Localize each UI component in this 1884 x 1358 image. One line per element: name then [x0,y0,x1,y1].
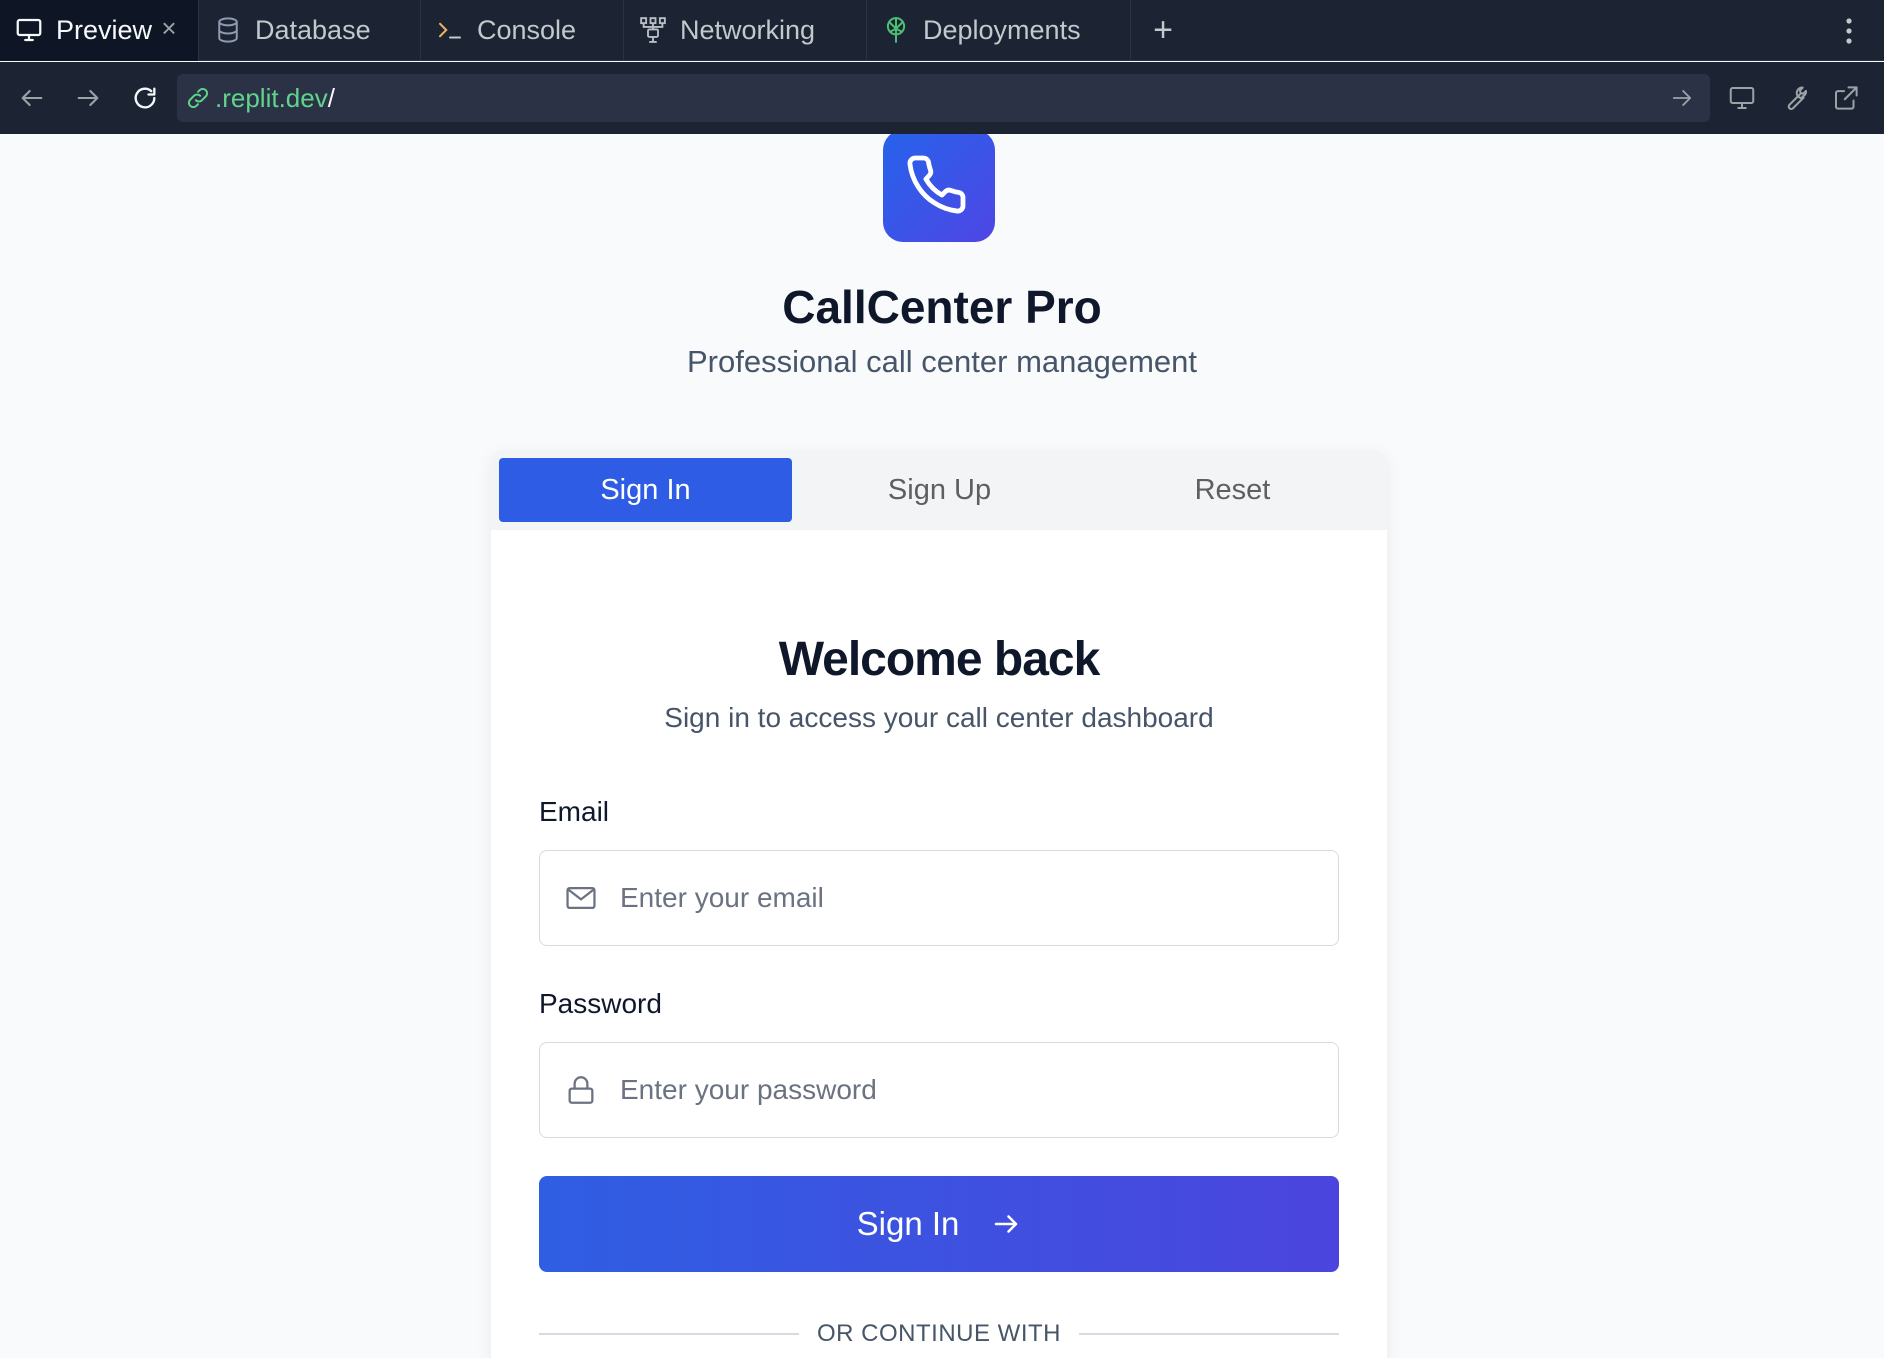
app-title: CallCenter Pro [782,281,1102,333]
divider-line [1079,1333,1340,1335]
close-icon[interactable]: × [154,13,184,44]
email-input[interactable] [620,882,1320,914]
tab-preview[interactable]: Preview × [0,0,199,61]
auth-card: Sign In Sign Up Reset Welcome back Sign … [491,450,1387,1358]
mail-icon [566,886,596,910]
sign-in-button[interactable]: Sign In [539,1176,1339,1272]
tab-console[interactable]: Console [421,0,624,61]
sign-in-button-label: Sign In [856,1205,960,1242]
tab-reset[interactable]: Reset [1086,458,1379,522]
phone-icon [907,155,966,214]
tab-deployments[interactable]: Deployments [867,0,1131,61]
add-tab-button[interactable]: + [1131,0,1195,61]
url-path: / [327,82,335,113]
address-bar: .replit.dev / [0,62,1884,134]
go-arrow-icon[interactable] [1668,84,1696,112]
forward-icon[interactable] [68,78,108,118]
tab-label: Networking [680,14,816,45]
divider-line [539,1333,800,1335]
email-label: Email [539,796,610,827]
arrow-right-icon [991,1209,1021,1239]
welcome-title: Welcome back [778,633,1101,686]
lock-icon [568,1076,594,1104]
url-field[interactable]: .replit.dev / [177,74,1710,122]
password-label: Password [539,988,662,1019]
devices-icon[interactable] [1724,80,1760,116]
app-logo [883,134,995,242]
tab-label: Console [477,14,577,45]
more-options-icon[interactable] [1834,12,1864,50]
database-icon [213,15,243,45]
terminal-icon [435,15,465,45]
password-input[interactable] [620,1074,1320,1106]
tab-label: Preview [56,14,153,45]
reload-icon[interactable] [125,78,165,118]
link-icon [187,87,209,109]
tab-sign-in[interactable]: Sign In [499,458,792,522]
email-field-wrapper [539,850,1339,946]
tab-database[interactable]: Database [199,0,421,61]
tab-label: Deployments [923,14,1081,45]
password-field-wrapper [539,1042,1339,1138]
tab-label: Database [255,14,371,45]
back-icon[interactable] [12,78,52,118]
open-external-icon[interactable] [1828,80,1864,116]
monitor-icon [14,15,44,45]
tab-networking[interactable]: Networking [624,0,867,61]
divider-text: OR CONTINUE WITH [817,1320,1061,1347]
app-subtitle: Professional call center management [686,344,1198,379]
url-domain: .replit.dev [215,82,328,113]
devtools-wrench-icon[interactable] [1776,80,1812,116]
tab-sign-up[interactable]: Sign Up [793,458,1086,522]
auth-tabs: Sign In Sign Up Reset [491,450,1387,530]
workspace-tab-bar: Preview × Database Console Networking De… [0,0,1884,61]
deployments-icon [881,15,911,45]
welcome-subtitle: Sign in to access your call center dashb… [664,702,1214,733]
preview-page: CallCenter Pro Professional call center … [0,134,1884,1358]
network-icon [638,15,668,45]
divider: OR CONTINUE WITH [539,1314,1340,1354]
